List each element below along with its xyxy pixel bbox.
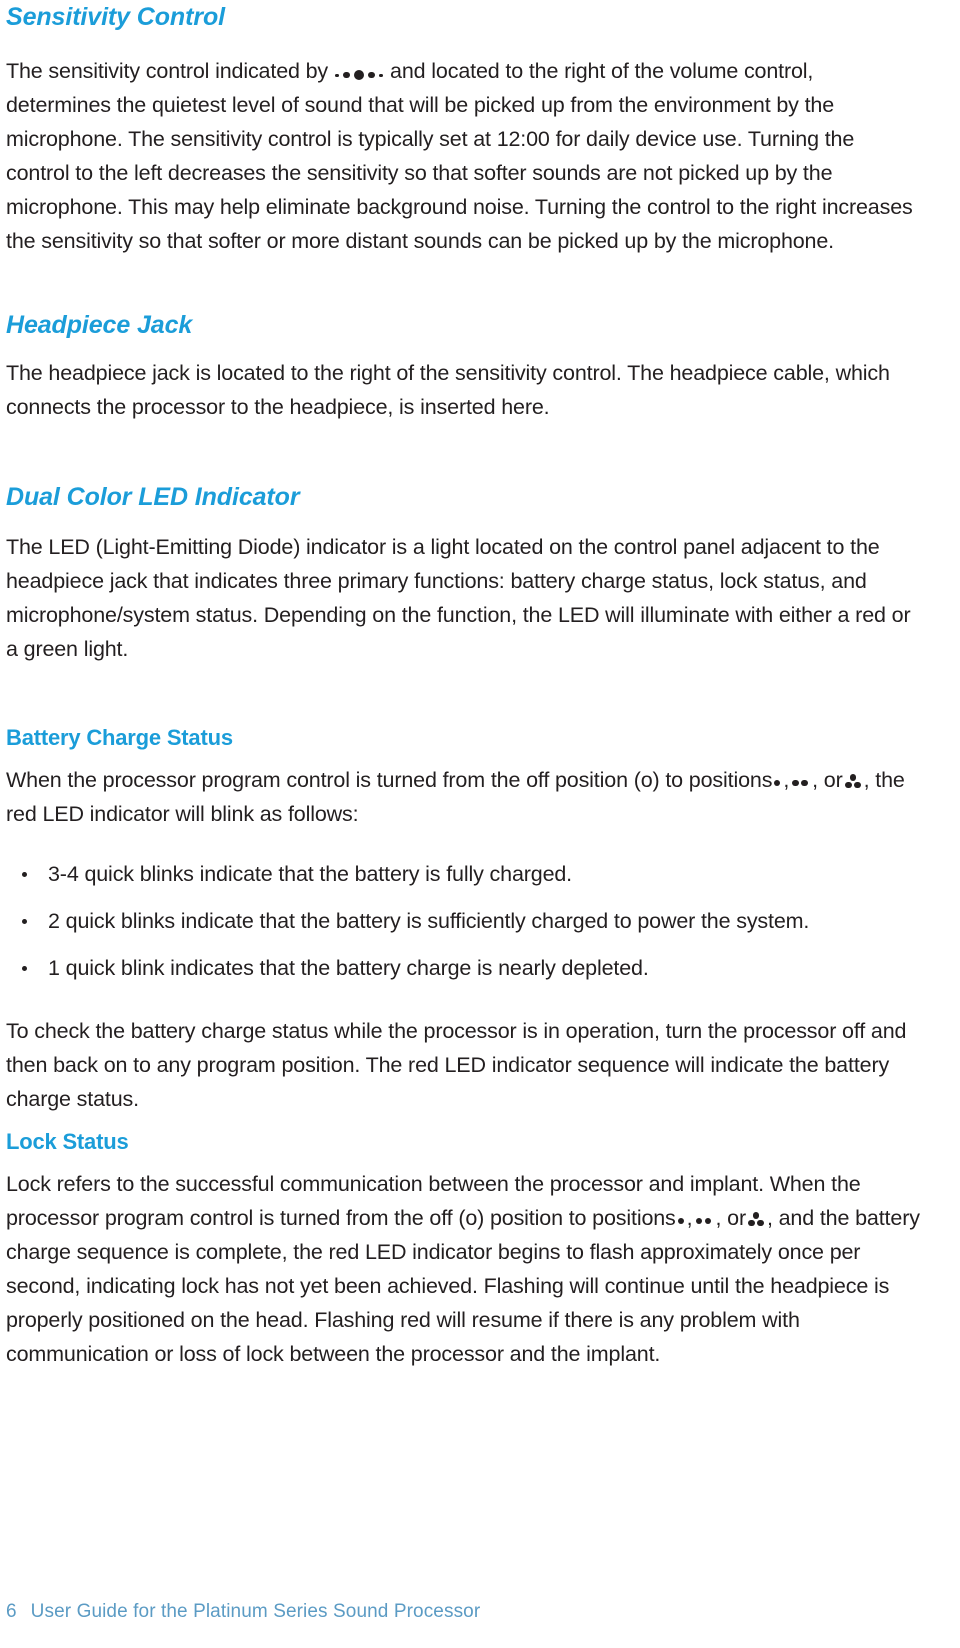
list-item: 2 quick blinks indicate that the battery… <box>6 904 922 938</box>
paragraph-text-rest: , and the battery charge sequence is com… <box>6 1206 920 1366</box>
two-dot-program-icon <box>695 1212 714 1226</box>
paragraph-lock-status: Lock refers to the successful communicat… <box>6 1167 922 1371</box>
two-dot-program-icon <box>791 774 810 788</box>
list-item-label: 3-4 quick blinks indicate that the batte… <box>48 862 573 886</box>
bullet-dot-icon <box>22 919 27 924</box>
paragraph-text-lead: When the processor program control is tu… <box>6 768 773 792</box>
paragraph-text-comma-1: , <box>686 1206 693 1230</box>
paragraph-battery-charge-intro: When the processor program control is tu… <box>6 763 922 831</box>
battery-charge-blink-list: 3-4 quick blinks indicate that the batte… <box>6 857 922 985</box>
list-item-label: 2 quick blinks indicate that the battery… <box>48 909 810 933</box>
section-heading-battery-charge-status: Battery Charge Status <box>6 725 233 750</box>
footer-title: User Guide for the Platinum Series Sound… <box>30 1601 481 1622</box>
paragraph-text-or: , or <box>812 768 843 792</box>
document-page: Sensitivity Control The sensitivity cont… <box>0 0 960 1648</box>
section-heading-lock-status: Lock Status <box>6 1129 129 1154</box>
three-dot-program-icon <box>845 773 862 790</box>
paragraph-text-rest: and located to the right of the volume c… <box>6 59 913 253</box>
bullet-dot-icon <box>22 872 27 877</box>
footer-page-number: 6 <box>6 1601 17 1622</box>
paragraph-headpiece-jack: The headpiece jack is located to the rig… <box>6 361 890 419</box>
paragraph-text-lead: The sensitivity control indicated by <box>6 59 329 83</box>
paragraph-text-comma-1: , <box>783 768 790 792</box>
section-heading-headpiece-jack: Headpiece Jack <box>6 311 193 339</box>
one-dot-program-icon <box>677 1212 686 1226</box>
paragraph-text-or: , or <box>715 1206 747 1230</box>
paragraph-dual-color-led-indicator: The LED (Light-Emitting Diode) indicator… <box>6 535 911 661</box>
one-dot-program-icon <box>773 774 782 788</box>
page-footer: 6 User Guide for the Platinum Series Soun… <box>6 1600 480 1624</box>
paragraph-sensitivity-control: The sensitivity control indicated by and … <box>6 54 922 258</box>
section-heading-dual-color-led-indicator: Dual Color LED Indicator <box>6 483 300 511</box>
sensitivity-dial-scale-icon <box>334 64 386 80</box>
section-heading-sensitivity-control: Sensitivity Control <box>6 3 225 31</box>
list-item: 3-4 quick blinks indicate that the batte… <box>6 857 922 891</box>
bullet-dot-icon <box>22 966 27 971</box>
list-item-label: 1 quick blink indicates that the battery… <box>48 956 649 980</box>
page-content: Sensitivity Control The sensitivity cont… <box>6 2 922 1371</box>
paragraph-battery-charge-check: To check the battery charge status while… <box>6 1019 907 1111</box>
three-dot-program-icon <box>748 1211 765 1228</box>
list-item: 1 quick blink indicates that the battery… <box>6 951 922 985</box>
